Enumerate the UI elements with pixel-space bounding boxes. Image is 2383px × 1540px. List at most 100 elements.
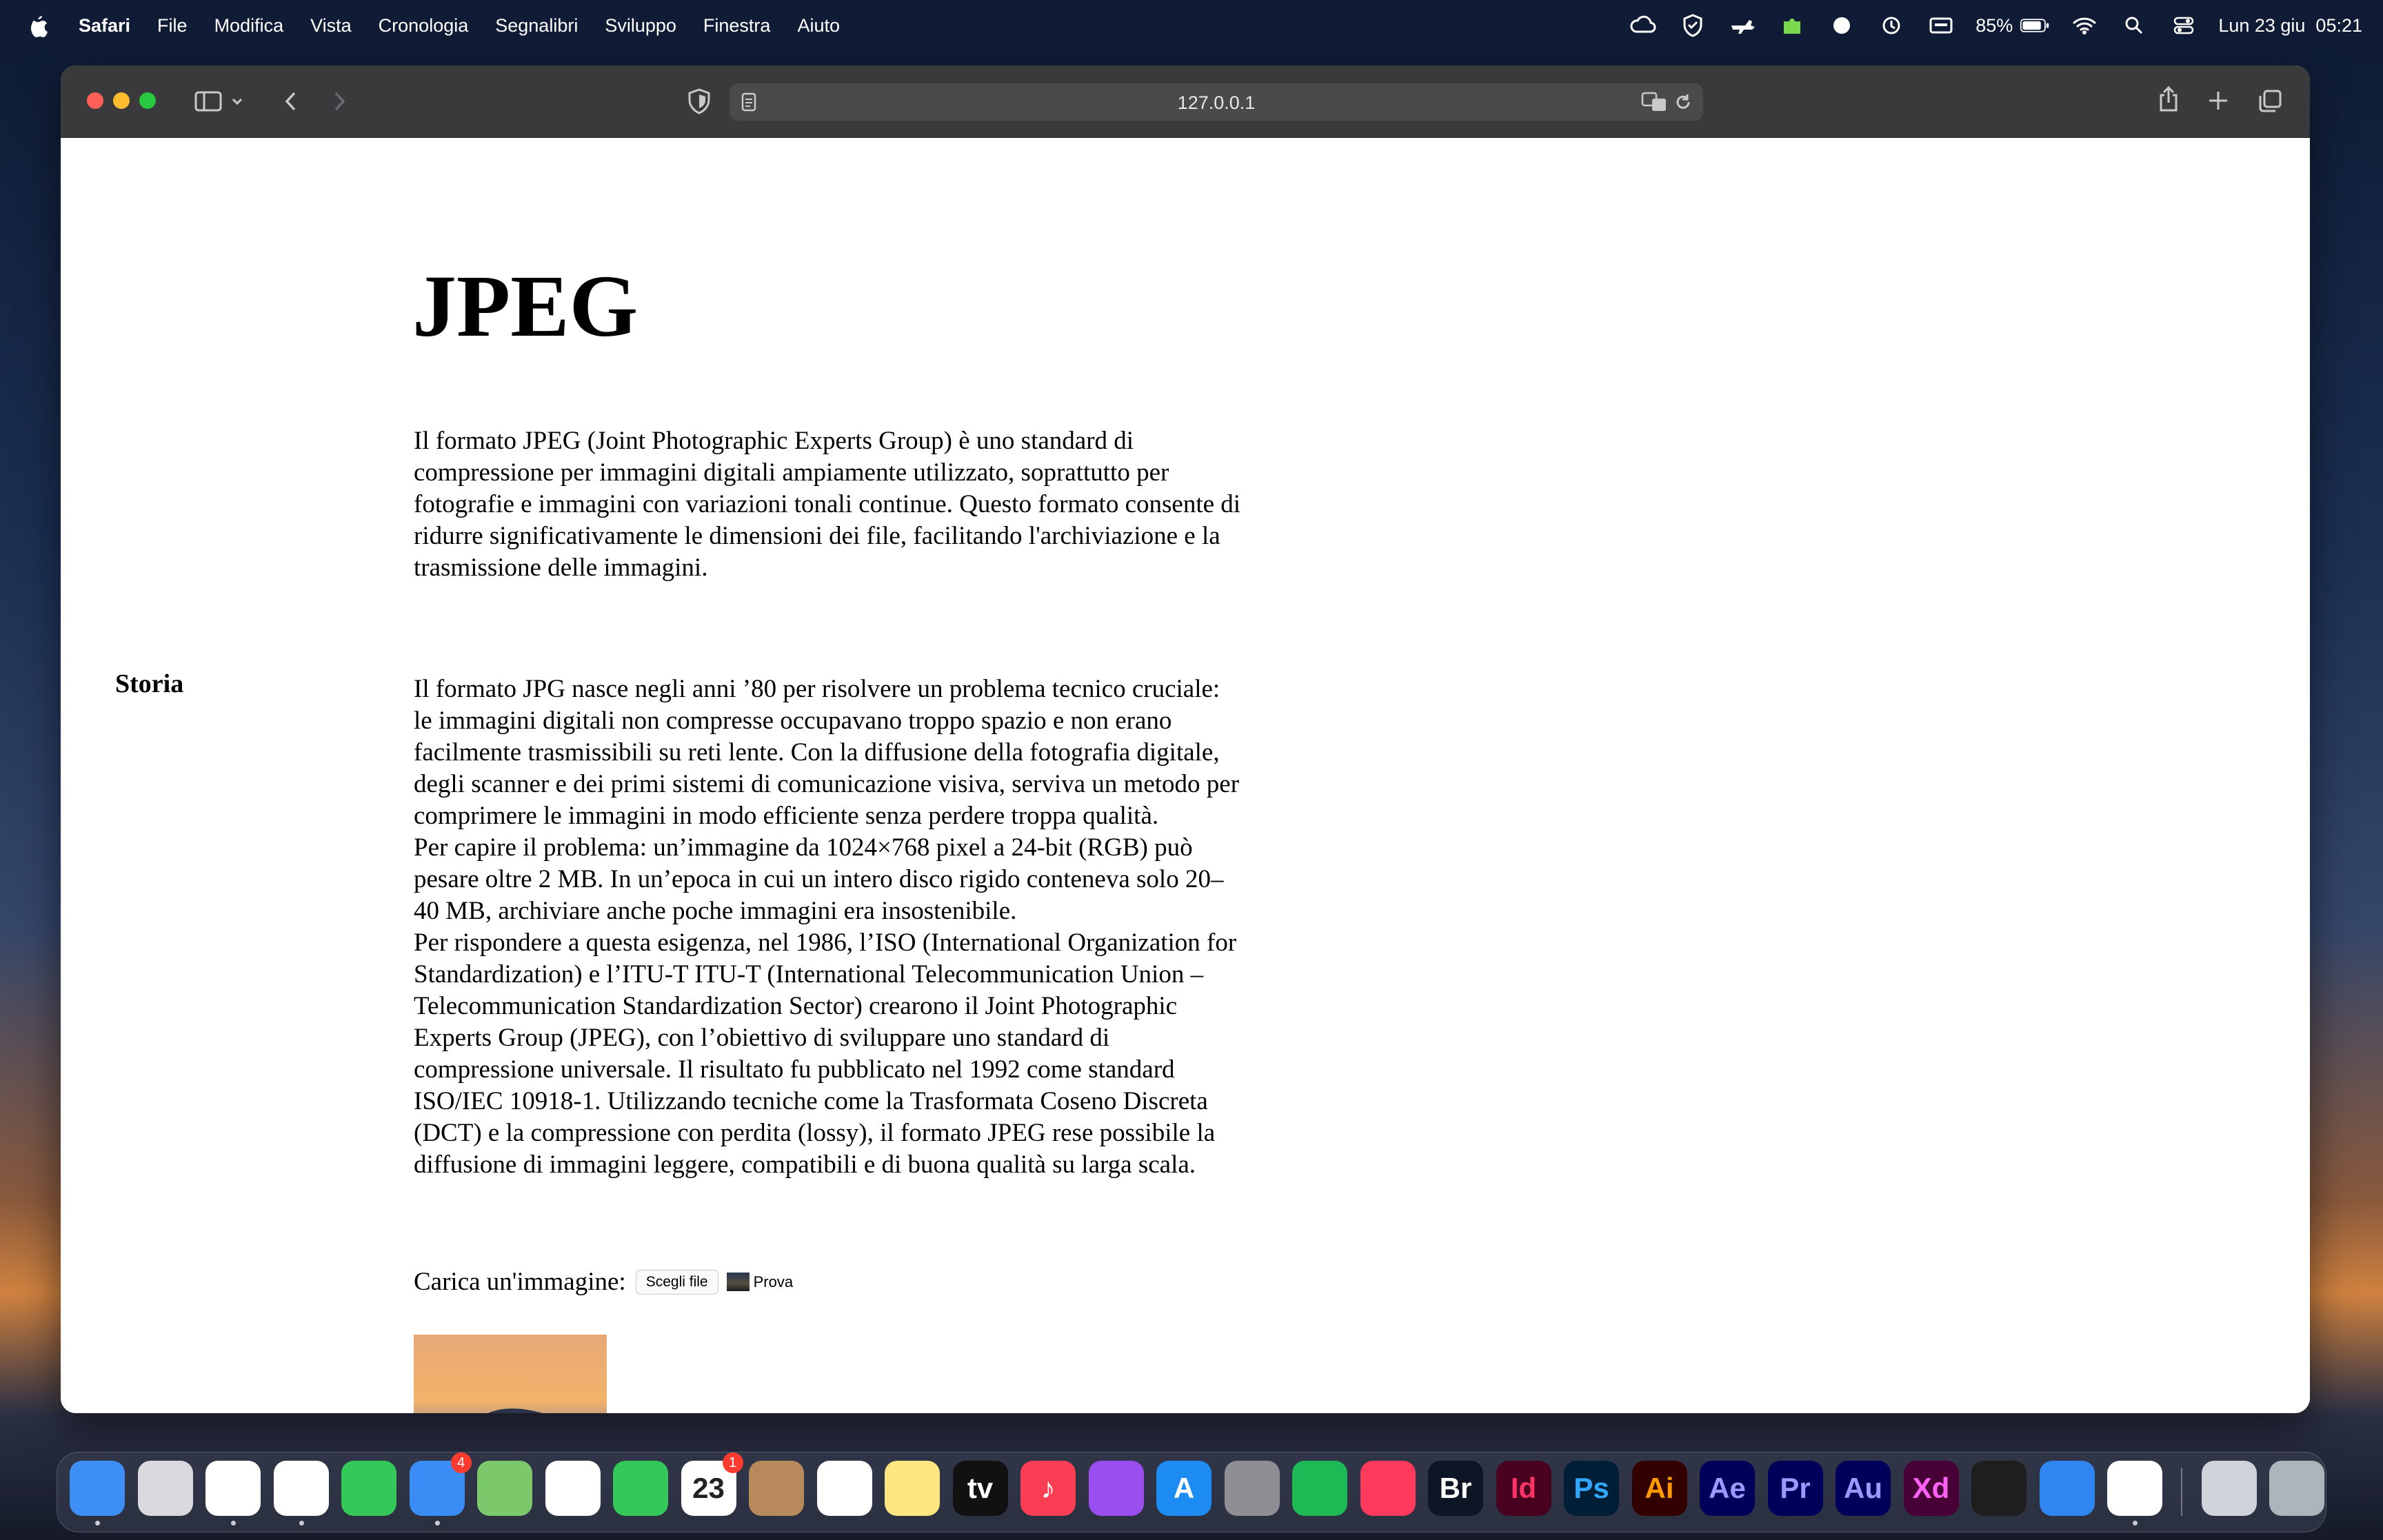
file-thumbnail [726, 1273, 750, 1291]
dock-illustrator-icon[interactable]: Ai [1631, 1461, 1687, 1516]
dock-system-settings-icon[interactable] [1224, 1461, 1280, 1516]
menu-segnalibri[interactable]: Segnalibri [495, 15, 578, 37]
dock-downloads-icon[interactable] [2201, 1461, 2257, 1516]
dock-separator [2180, 1468, 2182, 1516]
menu-sviluppo[interactable]: Sviluppo [605, 15, 676, 37]
share-icon[interactable] [2155, 83, 2182, 115]
dock-xd-label: Xd [1912, 1472, 1950, 1504]
selected-file-name: Prova [753, 1273, 794, 1290]
dock-mail-badge: 4 [450, 1452, 472, 1473]
history-paragraph-2: Per capire il problema: un’immagine da 1… [414, 833, 1224, 925]
dock-photoshop-label: Ps [1573, 1472, 1609, 1504]
dock-running-indicator [434, 1521, 440, 1526]
menu-bar-left: Safari File Modifica Vista Cronologia Se… [28, 13, 867, 38]
dock-bridge-icon[interactable]: Br [1428, 1461, 1483, 1516]
wifi-icon[interactable] [2069, 13, 2100, 38]
dock-photos-icon[interactable] [545, 1461, 601, 1516]
dock-vscode-icon[interactable] [2107, 1461, 2162, 1526]
dock-podcasts-icon[interactable] [1088, 1461, 1144, 1516]
dock-messages-icon[interactable] [341, 1461, 396, 1516]
dock-audition-label: Au [1844, 1472, 1882, 1504]
puzzle-status-icon[interactable] [1777, 13, 1807, 38]
translate-icon[interactable] [1640, 90, 1669, 114]
dock-calendar-icon[interactable]: 23 1 [681, 1452, 743, 1516]
address-bar[interactable]: 127.0.0.1 [730, 83, 1703, 121]
menu-modifica[interactable]: Modifica [214, 15, 284, 37]
menu-vista[interactable]: Vista [310, 15, 352, 37]
time-machine-status-icon[interactable] [1876, 13, 1907, 38]
dock-photoshop-icon[interactable]: Ps [1564, 1461, 1619, 1516]
minimize-window-button[interactable] [113, 92, 130, 109]
creative-cloud-status-icon[interactable] [1628, 13, 1658, 38]
dock-figma-icon[interactable] [1971, 1461, 2027, 1516]
brain-status-icon[interactable] [1827, 13, 1857, 38]
dock-after-effects-icon[interactable]: Ae [1700, 1461, 1755, 1516]
safari-window: 127.0.0.1 JPEG Il formato JPEG (Joint Ph… [61, 65, 2310, 1413]
web-page: JPEG Il formato JPEG (Joint Photographic… [61, 138, 2310, 1413]
chevron-down-icon[interactable] [229, 92, 245, 111]
dock-apple-tv-icon[interactable]: tv [952, 1461, 1008, 1516]
dock-reminders-icon[interactable] [816, 1461, 872, 1516]
keyboard-status-icon[interactable] [1926, 13, 1956, 38]
dock-chrome-icon[interactable] [273, 1461, 329, 1526]
dock: 4 23 1 tv ♪ A Br Id Ps Ai Ae Pr Au Xd [57, 1452, 2326, 1532]
back-arrow-icon[interactable] [279, 88, 303, 115]
dock-app-store-label: A [1173, 1472, 1195, 1504]
dock-xd-icon[interactable]: Xd [1903, 1461, 1959, 1516]
dock-safari-icon[interactable] [205, 1461, 261, 1526]
menu-finestra[interactable]: Finestra [703, 15, 771, 37]
history-paragraph-3: Per rispondere a questa esigenza, nel 19… [414, 929, 1237, 1179]
shield-status-icon[interactable] [1678, 13, 1708, 38]
apple-menu-icon[interactable] [28, 13, 48, 38]
dock-illustrator-label: Ai [1645, 1472, 1674, 1504]
menu-bar-clock[interactable]: Lun 23 giu 05:21 [2218, 15, 2362, 37]
menu-app-name[interactable]: Safari [79, 15, 130, 37]
dock-bridge-label: Br [1439, 1472, 1472, 1504]
dock-audition-icon[interactable]: Au [1836, 1461, 1891, 1516]
menu-file[interactable]: File [157, 15, 188, 37]
dock-maps-icon[interactable] [477, 1461, 532, 1516]
dock-migration-icon[interactable] [2039, 1461, 2095, 1516]
upload-row: Carica un'immagine: Scegli file Prova [414, 1267, 793, 1297]
fullscreen-window-button[interactable] [139, 92, 156, 109]
intro-paragraph: Il formato JPEG (Joint Photographic Expe… [414, 427, 1241, 582]
dock-premiere-icon[interactable]: Pr [1767, 1461, 1823, 1516]
battery-percent: 85% [1975, 14, 2013, 36]
close-window-button[interactable] [87, 92, 103, 109]
dock-app-store-icon[interactable]: A [1156, 1461, 1211, 1516]
dock-finder-icon[interactable] [70, 1461, 125, 1526]
dock-launchpad-icon[interactable] [137, 1461, 193, 1516]
menu-bar: Safari File Modifica Vista Cronologia Se… [0, 0, 2383, 51]
dock-running-indicator [231, 1521, 236, 1526]
privacy-shield-icon[interactable] [684, 86, 714, 116]
forward-arrow-icon[interactable] [327, 88, 352, 115]
menu-aiuto[interactable]: Aiuto [797, 15, 840, 37]
dock-after-effects-label: Ae [1709, 1472, 1746, 1504]
battery-icon[interactable] [2020, 13, 2050, 38]
dock-mail-icon[interactable]: 4 [409, 1452, 472, 1526]
control-center-icon[interactable] [2169, 13, 2199, 38]
dock-creative-cloud-icon[interactable] [1360, 1461, 1416, 1516]
new-tab-plus-icon[interactable] [2205, 88, 2231, 114]
dock-running-indicator [2133, 1521, 2138, 1526]
dock-apple-tv-label: tv [967, 1472, 994, 1504]
spotlight-search-icon[interactable] [2119, 13, 2149, 38]
section-heading-storia: Storia [115, 669, 184, 698]
choose-file-button[interactable]: Scegli file [635, 1269, 718, 1295]
dock-music-label: ♪ [1040, 1472, 1056, 1504]
dock-calendar-label: 23 [692, 1472, 725, 1504]
dock-calendar-badge: 1 [722, 1452, 743, 1473]
sidebar-toggle-icon[interactable] [193, 88, 223, 114]
dock-notes-icon[interactable] [885, 1461, 940, 1516]
dock-facetime-icon[interactable] [613, 1461, 668, 1516]
reload-icon[interactable] [1673, 92, 1693, 112]
tab-overview-icon[interactable] [2256, 88, 2284, 115]
dock-spotify-icon[interactable] [1292, 1461, 1347, 1516]
dock-indesign-icon[interactable]: Id [1496, 1461, 1551, 1516]
url-text[interactable]: 127.0.0.1 [730, 92, 1703, 114]
dock-contacts-icon[interactable] [749, 1461, 804, 1516]
dock-trash-icon[interactable] [2269, 1461, 2324, 1516]
menu-cronologia[interactable]: Cronologia [379, 15, 469, 37]
dog-status-icon[interactable] [1727, 13, 1758, 38]
dock-music-icon[interactable]: ♪ [1020, 1461, 1076, 1516]
